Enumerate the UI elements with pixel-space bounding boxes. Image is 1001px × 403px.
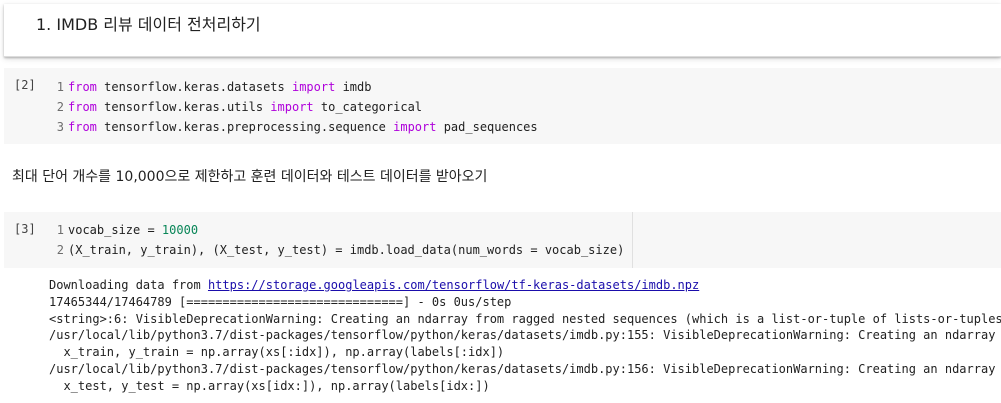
keyword: import bbox=[393, 120, 437, 134]
imported-name: imdb bbox=[335, 80, 372, 94]
progress-line: 17465344/17464789 [=====================… bbox=[49, 294, 512, 309]
output-line: Downloading data from https://storage.go… bbox=[49, 277, 1001, 294]
number-literal: 10000 bbox=[161, 223, 199, 237]
source-line: x_test, y_test = np.array(xs[idx:]), np.… bbox=[49, 378, 490, 393]
keyword: from bbox=[68, 80, 97, 94]
code-line: 2 (X_train, y_train), (X_test, y_test) = … bbox=[54, 243, 625, 257]
warning-line: /usr/local/lib/python3.7/dist-packages/t… bbox=[49, 328, 1001, 343]
code-line: 1 from tensorflow.keras.datasets import i… bbox=[54, 80, 372, 94]
keyword: import bbox=[270, 100, 314, 114]
module-path: tensorflow.keras.datasets bbox=[96, 80, 292, 94]
code-cell-load-data[interactable]: [3] 1 vocab_size = 10000 2 (X_train, y_tra… bbox=[4, 212, 1001, 268]
code-text: (X_train, y_train), (X_test, y_test) = i… bbox=[68, 243, 625, 257]
keyword: import bbox=[291, 80, 336, 94]
heading-text-cell[interactable]: 1. IMDB 리뷰 데이터 전처리하기 bbox=[4, 4, 1001, 57]
code-cell-imports[interactable]: [2] 1 from tensorflow.keras.datasets impo… bbox=[4, 68, 1001, 144]
line-number: 2 bbox=[56, 243, 64, 257]
execution-count: [3] bbox=[14, 222, 36, 236]
line-number: 3 bbox=[56, 120, 64, 134]
section-heading: 1. IMDB 리뷰 데이터 전처리하기 bbox=[36, 15, 261, 34]
imported-name: pad_sequences bbox=[436, 120, 538, 134]
download-prefix: Downloading data from bbox=[49, 278, 208, 292]
module-path: tensorflow.keras.preprocessing.sequence bbox=[96, 120, 394, 134]
imported-name: to_categorical bbox=[313, 100, 423, 114]
keyword: from bbox=[68, 120, 97, 134]
code-editor[interactable]: 1 from tensorflow.keras.datasets import i… bbox=[54, 77, 538, 137]
cell-output: Downloading data from https://storage.go… bbox=[49, 277, 1001, 395]
execution-count: [2] bbox=[14, 78, 36, 92]
module-path: tensorflow.keras.utils bbox=[96, 100, 271, 114]
line-number: 2 bbox=[56, 100, 64, 114]
code-text: vocab_size = bbox=[68, 223, 162, 237]
warning-line: <string>:6: VisibleDeprecationWarning: C… bbox=[49, 311, 1001, 326]
markdown-text: 최대 단어 개수를 10,000으로 제한하고 훈련 데이터와 테스트 데이터를… bbox=[12, 169, 488, 185]
code-line: 3 from tensorflow.keras.preprocessing.seq… bbox=[54, 120, 538, 134]
code-line: 2 from tensorflow.keras.utils import to_c… bbox=[54, 100, 422, 114]
source-line: x_train, y_train = np.array(xs[:idx]), n… bbox=[49, 345, 505, 360]
warning-line: /usr/local/lib/python3.7/dist-packages/t… bbox=[49, 361, 1001, 376]
editor-divider bbox=[632, 212, 633, 268]
code-editor[interactable]: 1 vocab_size = 10000 2 (X_train, y_train),… bbox=[54, 220, 625, 260]
code-line: 1 vocab_size = 10000 bbox=[54, 223, 198, 237]
download-link[interactable]: https://storage.googleapis.com/tensorflo… bbox=[208, 278, 699, 292]
line-number: 1 bbox=[56, 80, 64, 94]
line-number: 1 bbox=[56, 223, 64, 237]
keyword: from bbox=[68, 100, 97, 114]
